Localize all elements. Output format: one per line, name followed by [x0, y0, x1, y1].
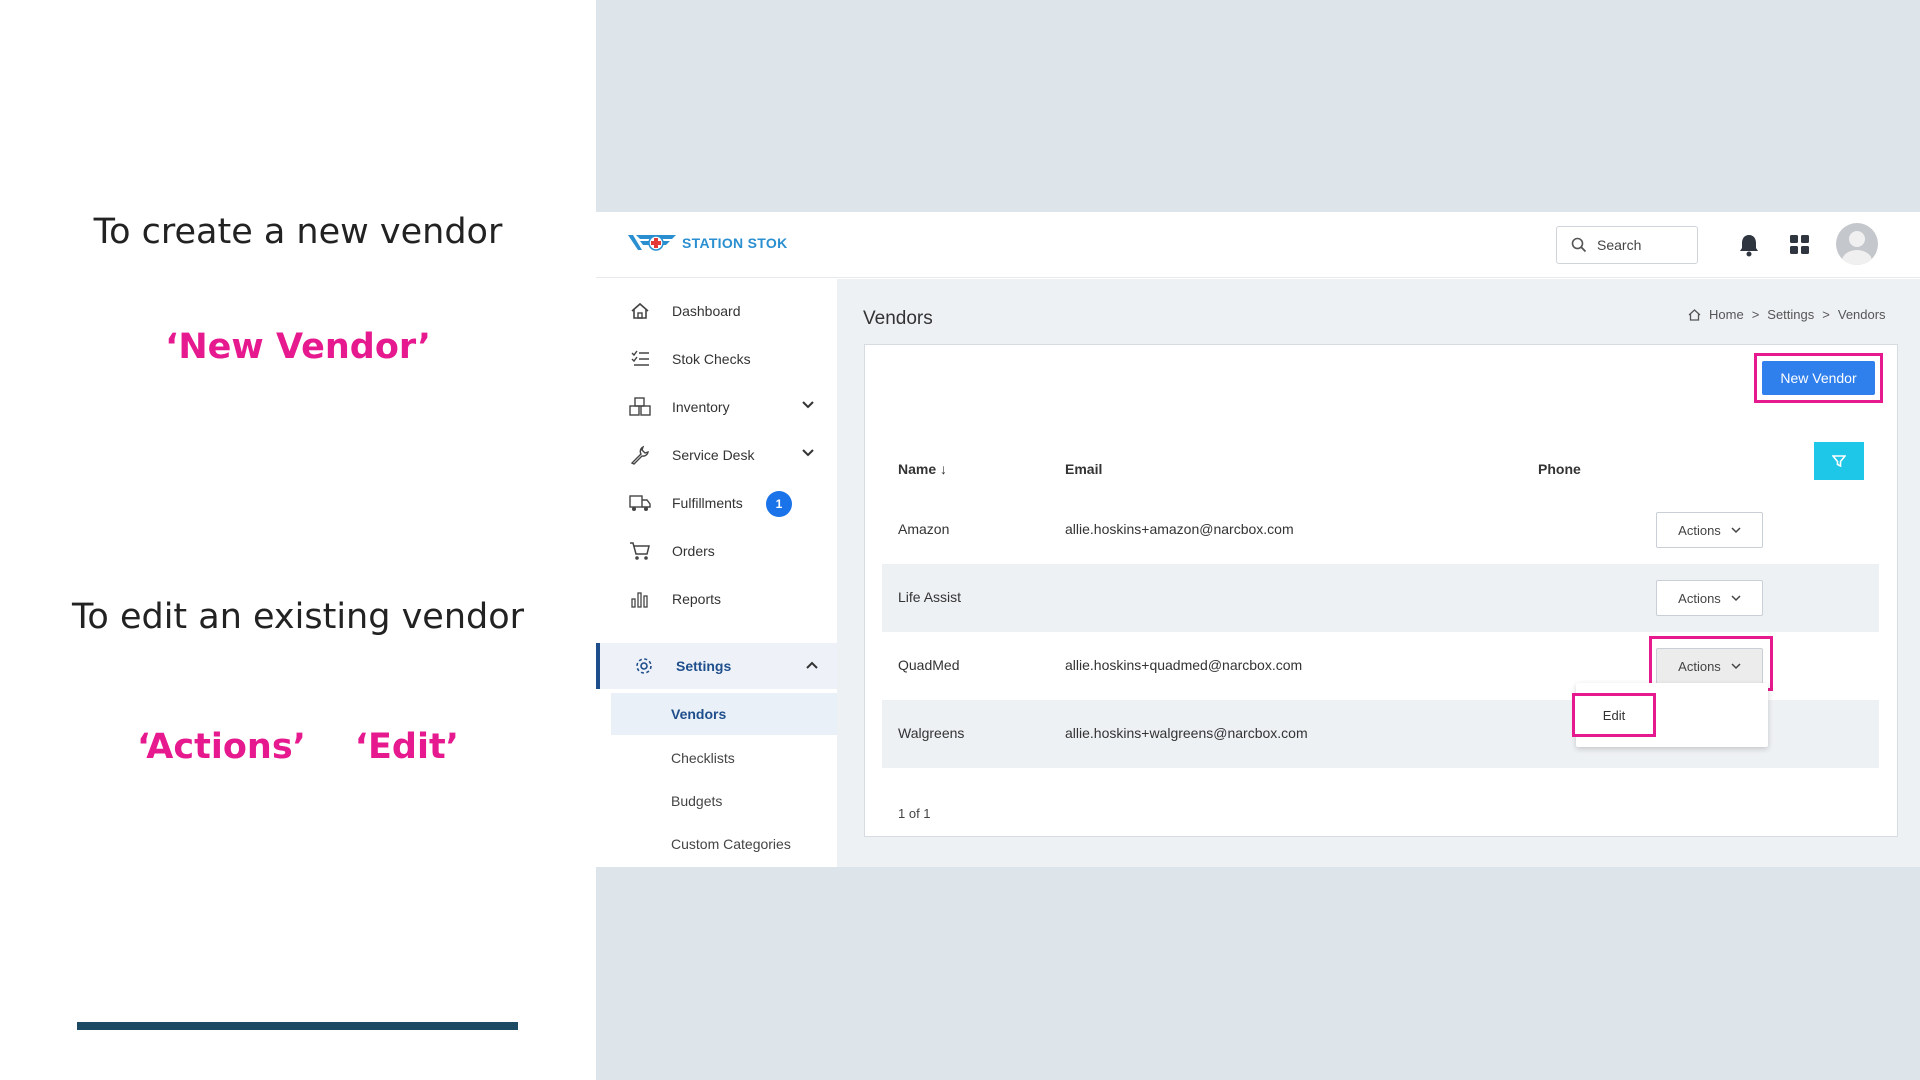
- sidebar-subitem-checklists[interactable]: Checklists: [611, 737, 837, 779]
- sidebar-item-inventory[interactable]: Inventory: [596, 387, 837, 427]
- page-title: Vendors: [863, 308, 933, 329]
- vendor-email: allie.hoskins+walgreens@narcbox.com: [1065, 725, 1308, 741]
- sidebar-item-service-desk[interactable]: Service Desk: [596, 435, 837, 475]
- chevron-down-icon: [802, 449, 814, 457]
- checklist-icon: [629, 348, 651, 370]
- sidebar-item-label: Orders: [672, 543, 715, 559]
- wrench-icon: [629, 444, 651, 466]
- vendor-email: allie.hoskins+amazon@narcbox.com: [1065, 521, 1294, 537]
- vendor-name: QuadMed: [898, 657, 960, 673]
- sidebar-subitem-vendors[interactable]: Vendors: [611, 693, 837, 735]
- logo-text: STATION STOK: [682, 235, 788, 251]
- truck-icon: [629, 492, 651, 514]
- breadcrumb-separator: >: [1822, 307, 1830, 322]
- logo-icon: [628, 235, 676, 251]
- actions-button[interactable]: Actions: [1656, 580, 1763, 616]
- actions-button[interactable]: Actions: [1656, 512, 1763, 548]
- app-window: STATION STOK Search ? Dashboard Stok Che…: [596, 212, 1920, 867]
- sidebar-subitem-custom-categories[interactable]: Custom Categories: [611, 823, 837, 865]
- sidebar-item-label: Stok Checks: [672, 351, 751, 367]
- breadcrumb-home[interactable]: Home: [1709, 307, 1744, 322]
- user-icon: [1842, 231, 1872, 265]
- create-vendor-heading: To create a new vendor: [93, 212, 503, 252]
- column-header-name[interactable]: Name ↓: [898, 461, 947, 477]
- apps-grid-icon[interactable]: [1789, 234, 1811, 256]
- breadcrumb-vendors: Vendors: [1837, 307, 1886, 322]
- vendor-name: Life Assist: [898, 589, 962, 605]
- chevron-down-icon: [1731, 527, 1741, 534]
- sidebar-item-label: Reports: [672, 591, 722, 607]
- breadcrumb: Home > Settings > Vendors: [1688, 307, 1886, 322]
- chevron-down-icon: [1731, 595, 1741, 602]
- sidebar: Dashboard Stok Checks Inventory Service …: [596, 279, 837, 867]
- chevron-down-icon: [802, 401, 814, 409]
- bar-chart-icon: [629, 588, 651, 610]
- boxes-icon: [629, 396, 651, 418]
- user-avatar[interactable]: [1836, 223, 1878, 265]
- actions-label: Actions: [1678, 590, 1721, 606]
- sidebar-item-label: Inventory: [672, 399, 730, 415]
- vendor-email: allie.hoskins+quadmed@narcbox.com: [1065, 657, 1303, 673]
- sidebar-item-label: Fulfillments: [672, 495, 743, 511]
- sidebar-item-orders[interactable]: Orders: [596, 531, 837, 571]
- search-icon: [1571, 237, 1587, 253]
- pagination-status: 1 of 1: [898, 806, 931, 821]
- edit-vendor-heading: To edit an existing vendor: [71, 597, 525, 637]
- column-header-email: Email: [1065, 461, 1103, 477]
- table-row: Amazon allie.hoskins+amazon@narcbox.com …: [882, 496, 1879, 564]
- filter-button[interactable]: [1814, 442, 1864, 480]
- vendor-name: Amazon: [898, 521, 950, 537]
- sidebar-subitem-budgets[interactable]: Budgets: [611, 780, 837, 822]
- table-row: Life Assist Actions: [882, 564, 1879, 632]
- station-stok-logo[interactable]: STATION STOK: [626, 230, 788, 256]
- new-vendor-button[interactable]: New Vendor: [1762, 361, 1875, 395]
- bottom-divider: [77, 1022, 518, 1030]
- breadcrumb-settings[interactable]: Settings: [1767, 307, 1814, 322]
- sidebar-item-stok-checks[interactable]: Stok Checks: [596, 339, 837, 379]
- sidebar-item-label: Dashboard: [672, 303, 741, 319]
- home-icon: [629, 300, 651, 322]
- filter-icon: [1832, 455, 1846, 468]
- vendor-name: Walgreens: [898, 725, 965, 741]
- edit-vendor-hint: ‘Actions’ ‘Edit’: [137, 727, 459, 767]
- create-vendor-hint: ‘New Vendor’: [165, 327, 431, 367]
- home-icon: [1688, 308, 1701, 321]
- edit-menu-item[interactable]: Edit: [1572, 693, 1656, 737]
- top-bar: STATION STOK Search ?: [596, 212, 1920, 278]
- cart-icon: [629, 540, 651, 562]
- sidebar-item-fulfillments[interactable]: Fulfillments 1: [596, 483, 837, 523]
- sidebar-item-settings[interactable]: Settings: [596, 643, 837, 689]
- gear-icon: [633, 655, 655, 677]
- sidebar-item-label: Service Desk: [672, 447, 755, 463]
- search-box[interactable]: Search: [1556, 226, 1698, 264]
- instruction-panel: To create a new vendor ‘New Vendor’ To e…: [0, 0, 596, 1080]
- chevron-up-icon: [806, 661, 818, 669]
- sidebar-item-label: Settings: [676, 658, 732, 674]
- sidebar-item-reports[interactable]: Reports: [596, 579, 837, 619]
- fulfillments-count-badge: 1: [766, 491, 792, 517]
- search-label: Search: [1597, 237, 1642, 253]
- column-header-phone: Phone: [1538, 461, 1581, 477]
- actions-label: Actions: [1678, 522, 1721, 538]
- bell-icon[interactable]: [1738, 233, 1760, 257]
- sidebar-item-dashboard[interactable]: Dashboard: [596, 291, 837, 331]
- breadcrumb-separator: >: [1751, 307, 1760, 322]
